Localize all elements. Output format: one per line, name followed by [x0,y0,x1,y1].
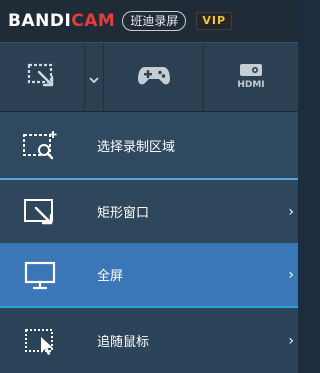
follow-mouse-icon [20,324,62,358]
device-mode-button[interactable]: HDMI [204,43,298,113]
gamepad-icon [137,65,171,91]
bandicam-window: BANDICAM 班迪录屏 VIP HDMI 选择录制区域 矩形窗口 › 全屏 … [0,0,298,373]
rectangle-window-icon [20,195,62,229]
screen-rect-mode-button[interactable] [0,43,84,113]
capture-mode-menu: 选择录制区域 矩形窗口 › 全屏 › 追随鼠标 › [0,112,298,373]
menu-item-rectangle-window[interactable]: 矩形窗口 › [0,180,298,243]
menu-item-label: 选择录制区域 [97,139,176,155]
hdmi-icon: HDMI [231,63,271,93]
submenu-chevron-icon: › [288,332,294,349]
brand-logo-white: BANDI [8,11,72,31]
product-name-badge: 班迪录屏 [122,11,187,31]
brand-logo-red: CAM [71,11,116,31]
menu-item-follow-mouse[interactable]: 追随鼠标 › [0,308,298,373]
mode-dropdown-button[interactable] [84,43,104,113]
brand-logo: BANDICAM [8,11,115,31]
mode-toolbar: HDMI [0,42,298,113]
chevron-down-icon [89,69,99,88]
vip-badge[interactable]: VIP [196,12,233,30]
game-mode-button[interactable] [104,43,204,113]
rectangle-cursor-icon [26,62,58,94]
submenu-chevron-icon: › [288,266,294,283]
title-bar: BANDICAM 班迪录屏 VIP [0,0,298,42]
hdmi-icon-text: HDMI [237,80,264,89]
select-region-icon [20,128,62,162]
menu-item-label: 全屏 [97,269,124,284]
menu-item-fullscreen[interactable]: 全屏 › [0,243,298,306]
monitor-icon [20,258,62,292]
menu-item-label: 矩形窗口 [97,206,150,221]
menu-item-select-region[interactable]: 选择录制区域 [0,112,298,178]
submenu-chevron-icon: › [288,203,294,220]
menu-item-label: 追随鼠标 [97,335,150,350]
